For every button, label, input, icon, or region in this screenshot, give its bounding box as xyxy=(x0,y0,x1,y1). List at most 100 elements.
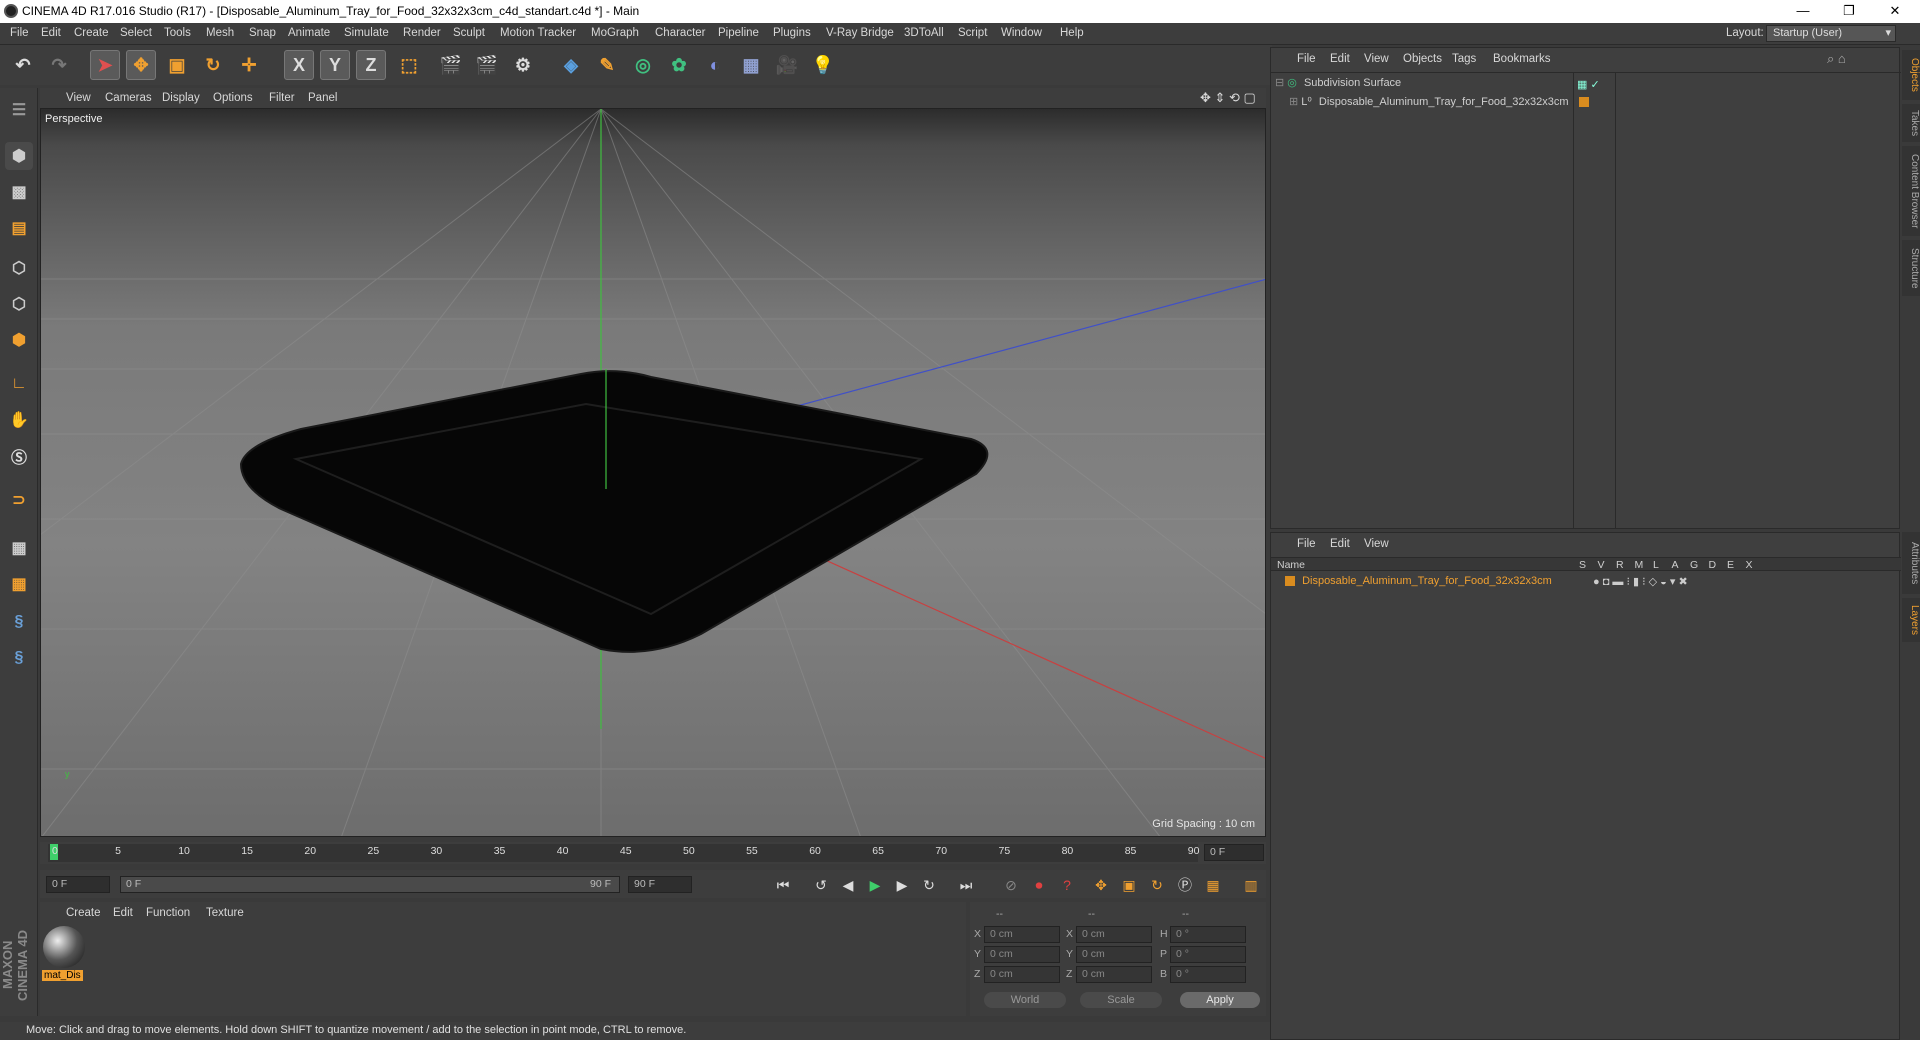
menu-tools[interactable]: Tools xyxy=(164,27,191,39)
start-frame-field[interactable]: 0 F xyxy=(46,876,110,893)
layer-flag-header[interactable]: X xyxy=(1746,559,1753,571)
tab-structure[interactable]: Structure xyxy=(1902,240,1920,296)
light-icon[interactable]: 💡 xyxy=(808,50,838,80)
layer-flag-header[interactable]: E xyxy=(1727,559,1734,571)
coord-value-field[interactable]: 0 cm xyxy=(1076,946,1152,963)
edges-mode-icon[interactable]: ⬡ xyxy=(5,290,33,318)
viewport[interactable]: y Perspective Grid Spacing : 10 cm xyxy=(40,108,1266,837)
expand-icon[interactable]: ⊞ xyxy=(1289,96,1298,108)
step-back-icon[interactable]: ◀ xyxy=(837,874,859,896)
coord-value-field[interactable]: 0 cm xyxy=(984,946,1060,963)
polygons-mode-icon[interactable]: ⬢ xyxy=(5,326,33,354)
menu-motion-tracker[interactable]: Motion Tracker xyxy=(500,27,576,39)
menu-window[interactable]: Window xyxy=(1001,27,1042,39)
layer-flags-icon[interactable]: ● ◘ ▬ ⁝ ▮ ⁝ ◇ ◒ ▾ ✖ xyxy=(1593,575,1688,588)
points-mode-icon[interactable]: ⬡ xyxy=(5,254,33,282)
tweak-mode-icon[interactable]: ✋ xyxy=(5,406,33,434)
menu-sculpt[interactable]: Sculpt xyxy=(453,27,485,39)
workplane-icon[interactable]: ▤ xyxy=(5,214,33,242)
move-plus-icon[interactable]: ✛ xyxy=(234,50,264,80)
visibility-dots-icon[interactable]: ▦ ✓ xyxy=(1577,78,1600,91)
world-coord-icon[interactable]: ⬚ xyxy=(394,50,424,80)
deformer-icon[interactable]: ◐ xyxy=(700,50,730,80)
layer-flag-header[interactable]: V xyxy=(1598,559,1605,571)
obj-menu-objects[interactable]: Objects xyxy=(1403,53,1442,65)
menu-mesh[interactable]: Mesh xyxy=(206,27,234,39)
obj-menu-edit[interactable]: Edit xyxy=(1330,53,1350,65)
menu-select[interactable]: Select xyxy=(120,27,152,39)
layer-flag-header[interactable]: A xyxy=(1672,559,1679,571)
rotate-icon[interactable]: ↻ xyxy=(198,50,228,80)
obj-menu-view[interactable]: View xyxy=(1364,53,1389,65)
layer-flag-header[interactable]: S xyxy=(1579,559,1586,571)
coord-value-field[interactable]: 0 cm xyxy=(984,926,1060,943)
prev-key-icon[interactable]: ↺ xyxy=(810,874,832,896)
menu-animate[interactable]: Animate xyxy=(288,27,330,39)
layer-flag-header[interactable]: M xyxy=(1635,559,1644,571)
coord-value-field[interactable]: 0 ° xyxy=(1170,926,1246,943)
layer-menu-edit[interactable]: Edit xyxy=(1330,538,1350,550)
layer-menu-file[interactable]: File xyxy=(1297,538,1316,550)
record-off-icon[interactable]: ⊘ xyxy=(1000,874,1022,896)
model-mode-icon[interactable]: ⬢ xyxy=(5,142,33,170)
vp-menu-cameras[interactable]: Cameras xyxy=(105,92,152,104)
scale-dropdown[interactable]: Scale xyxy=(1080,992,1162,1008)
lock-workplane-icon[interactable]: ▦ xyxy=(5,534,33,562)
menu-snap[interactable]: Snap xyxy=(249,27,276,39)
key-param-icon[interactable]: Ⓟ xyxy=(1174,874,1196,896)
menu-character[interactable]: Character xyxy=(655,27,706,39)
menu-create[interactable]: Create xyxy=(74,27,109,39)
tab-content-browser[interactable]: Content Browser xyxy=(1902,146,1920,236)
obj-menu-bookmarks[interactable]: Bookmarks xyxy=(1493,53,1551,65)
render-settings-icon[interactable]: ⚙ xyxy=(508,50,538,80)
play-icon[interactable]: ▶ xyxy=(864,874,886,896)
layer-flag-header[interactable]: G xyxy=(1690,559,1698,571)
y-axis-icon[interactable]: Y xyxy=(320,50,350,80)
x-axis-icon[interactable]: X xyxy=(284,50,314,80)
menu-3dtoall[interactable]: 3DToAll xyxy=(904,27,944,39)
key-rotate-icon[interactable]: ↻ xyxy=(1146,874,1168,896)
coord-value-field[interactable]: 0 ° xyxy=(1170,966,1246,983)
array-icon[interactable]: ✿ xyxy=(664,50,694,80)
render-view-icon[interactable]: 🎬 xyxy=(436,50,466,80)
z-axis-icon[interactable]: Z xyxy=(356,50,386,80)
key-move-icon[interactable]: ✥ xyxy=(1090,874,1112,896)
tab-objects[interactable]: Objects xyxy=(1902,50,1920,100)
menu-file[interactable]: File xyxy=(10,27,29,39)
layout-dropdown[interactable]: Startup (User) ▾ xyxy=(1766,25,1896,42)
search-icon[interactable]: ⌕ ⌂ xyxy=(1827,51,1846,67)
layer-menu-view[interactable]: View xyxy=(1364,538,1389,550)
cube-icon[interactable]: ◈ xyxy=(556,50,586,80)
vp-menu-display[interactable]: Display xyxy=(162,92,200,104)
coord-value-field[interactable]: 0 cm xyxy=(1076,966,1152,983)
menu-simulate[interactable]: Simulate xyxy=(344,27,389,39)
next-key-icon[interactable]: ↻ xyxy=(918,874,940,896)
maximize-button[interactable]: ❐ xyxy=(1826,0,1872,23)
end-frame-field[interactable]: 90 F xyxy=(628,876,692,893)
timeline-window-icon[interactable]: ▥ xyxy=(1240,874,1262,896)
material-name[interactable]: mat_Dis xyxy=(42,970,83,981)
close-button[interactable]: ✕ xyxy=(1872,0,1918,23)
axis-mode-icon[interactable]: ∟ xyxy=(5,370,33,398)
key-pla-icon[interactable]: ▦ xyxy=(1202,874,1224,896)
coord-value-field[interactable]: 0 cm xyxy=(1076,926,1152,943)
viewport-nav-icon[interactable]: ✥ ⇕ ⟲ ▢ xyxy=(1200,90,1256,106)
coord-value-field[interactable]: 0 cm xyxy=(984,966,1060,983)
step-forward-icon[interactable]: ▶ xyxy=(891,874,913,896)
vp-menu-panel[interactable]: Panel xyxy=(308,92,337,104)
current-frame-field[interactable]: 0 F xyxy=(1204,844,1264,861)
render-picture-icon[interactable]: 🎬 xyxy=(472,50,502,80)
auto-key-icon[interactable]: ? xyxy=(1056,874,1078,896)
record-icon[interactable]: ⏺ xyxy=(1028,874,1050,896)
goto-start-icon[interactable]: ⏮ xyxy=(772,874,794,896)
mat-menu-texture[interactable]: Texture xyxy=(206,907,244,919)
menu-edit[interactable]: Edit xyxy=(41,27,61,39)
vp-menu-filter[interactable]: Filter xyxy=(269,92,295,104)
minimize-button[interactable]: — xyxy=(1780,0,1826,23)
expand-icon[interactable]: ⊟ xyxy=(1275,77,1284,89)
obj-menu-tags[interactable]: Tags xyxy=(1452,53,1476,65)
python-icon[interactable]: § xyxy=(5,608,33,636)
snap-icon[interactable]: Ⓢ xyxy=(5,442,33,470)
mat-menu-create[interactable]: Create xyxy=(66,907,101,919)
layer-color-swatch[interactable] xyxy=(1285,576,1295,587)
